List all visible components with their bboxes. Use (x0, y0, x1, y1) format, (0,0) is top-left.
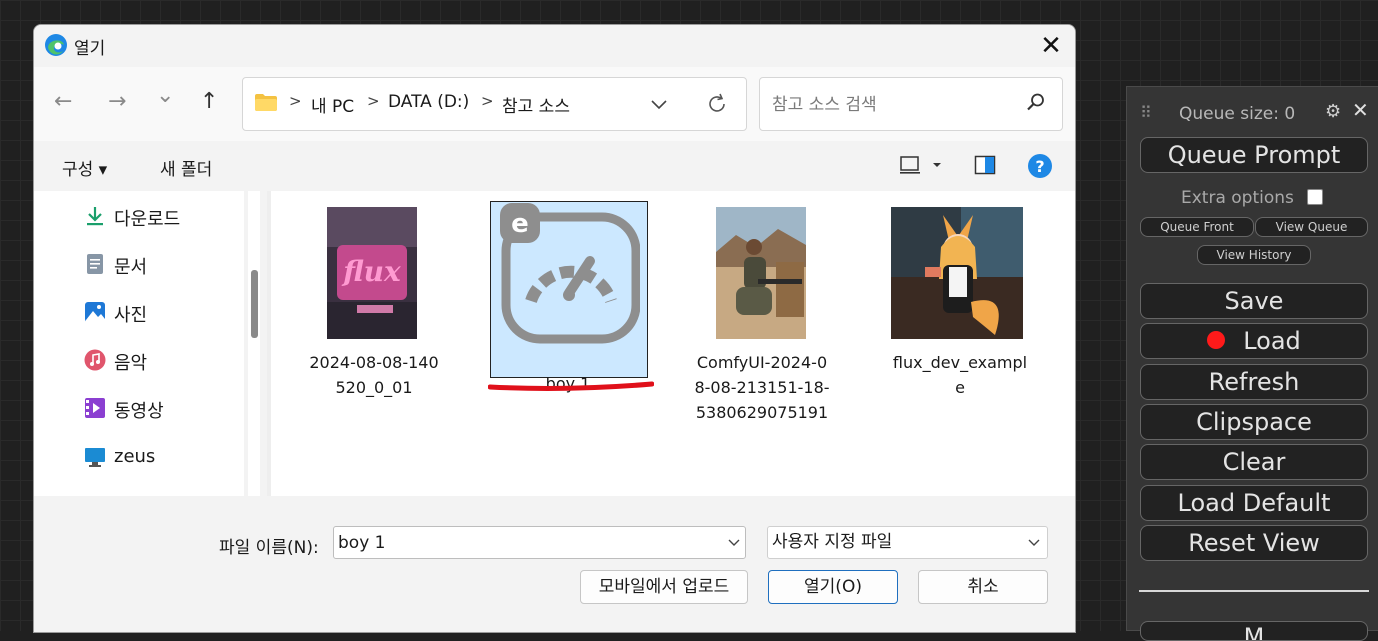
close-icon[interactable]: ✕ (1034, 29, 1068, 63)
back-arrow-icon[interactable]: ← (54, 89, 72, 114)
sidebar-item-label: 음악 (114, 353, 148, 374)
breadcrumb-my-pc[interactable]: 내 PC (311, 92, 354, 117)
record-dot-icon (1207, 331, 1226, 349)
file-name: ComfyUI-2024-0 8-08-213151-18- 538062907… (694, 353, 830, 422)
refresh-button[interactable]: Refresh (1140, 364, 1368, 400)
save-button[interactable]: Save (1140, 283, 1368, 319)
folder-icon (255, 94, 277, 111)
breadcrumb-separator: > (289, 92, 302, 110)
sidebar-item-downloads[interactable]: 다운로드 📌 (84, 197, 287, 237)
sidebar-item-label: 사진 (114, 305, 148, 326)
search-box[interactable] (759, 77, 1063, 131)
navigation-scrollbar[interactable] (248, 191, 260, 496)
download-icon (87, 207, 103, 226)
thumbnail-graffiti-text: flux (341, 255, 401, 288)
sidebar-item-music[interactable]: 음악 📌 (84, 341, 287, 381)
sidebar-item-label: zeus (114, 446, 156, 467)
scrollbar-thumb[interactable] (251, 270, 258, 338)
dialog-title: 열기 (74, 39, 106, 59)
breadcrumb-data-drive[interactable]: DATA (D:) (388, 92, 469, 112)
view-dropdown-icon[interactable] (932, 161, 942, 169)
refresh-icon[interactable] (705, 92, 729, 116)
file-type-dropdown-chevron-icon[interactable] (1028, 537, 1040, 547)
app-icon-thumbnail: e (500, 203, 640, 344)
extra-options-label: Extra options (1181, 188, 1294, 208)
up-arrow-icon[interactable]: ↑ (200, 89, 218, 114)
file-name-label: 파일 이름(N): (219, 538, 319, 558)
sidebar-item-label: 문서 (114, 257, 148, 278)
edge-browser-icon (45, 34, 67, 56)
document-icon (87, 254, 103, 274)
thumbnail-badge-text: e (511, 209, 529, 239)
image-thumbnail (891, 207, 1023, 339)
clipspace-button[interactable]: Clipspace (1140, 404, 1368, 440)
breadcrumb-separator: > (481, 92, 494, 110)
close-icon[interactable]: ✕ (1352, 98, 1369, 122)
view-history-button[interactable]: View History (1197, 245, 1311, 265)
sidebar-item-documents[interactable]: 문서 📌 (84, 245, 287, 285)
music-icon (84, 349, 106, 371)
sidebar-item-label: 동영상 (114, 401, 164, 422)
address-bar[interactable]: > 내 PC > DATA (D:) > 참고 소스 (242, 77, 747, 131)
cancel-button[interactable]: 취소 (918, 570, 1048, 604)
recent-locations-chevron-icon[interactable]: ⌄ (156, 83, 174, 108)
open-button[interactable]: 열기(O) (768, 570, 898, 604)
search-icon[interactable] (1026, 92, 1046, 112)
monitor-icon (85, 448, 105, 467)
file-name: 2024-08-08-140 520_0_01 (309, 353, 439, 397)
sidebar-item-pictures[interactable]: 사진 📌 (84, 293, 287, 333)
image-thumbnail: flux (327, 207, 417, 339)
file-name-input[interactable]: boy 1 (333, 526, 746, 559)
title-bar: 열기 ✕ (34, 25, 1075, 67)
upload-from-mobile-button[interactable]: 모바일에서 업로드 (580, 570, 748, 604)
manager-button[interactable]: M (1140, 621, 1368, 641)
load-button-label: Load (1243, 327, 1301, 355)
extra-options-checkbox[interactable] (1307, 189, 1323, 205)
view-queue-button[interactable]: View Queue (1255, 217, 1368, 237)
queue-front-button[interactable]: Queue Front (1140, 217, 1254, 237)
forward-arrow-icon[interactable]: → (108, 89, 126, 114)
load-button[interactable]: Load (1140, 323, 1368, 359)
address-dropdown-chevron-icon[interactable] (649, 94, 669, 114)
image-thumbnail (716, 207, 806, 339)
search-input[interactable] (770, 92, 1014, 118)
reset-view-button[interactable]: Reset View (1140, 525, 1368, 561)
sidebar-item-label: 다운로드 (114, 209, 181, 230)
file-name: flux_dev_exampl e (892, 353, 1028, 397)
queue-prompt-button[interactable]: Queue Prompt (1140, 137, 1368, 173)
file-name-dropdown-chevron-icon[interactable] (728, 537, 740, 547)
file-item[interactable]: flux_dev_exampl e (880, 207, 1040, 427)
preview-pane-icon[interactable] (974, 155, 996, 175)
sidebar-item-videos[interactable]: 동영상 📌 (84, 389, 287, 429)
help-glyph: ? (1035, 157, 1045, 176)
load-default-button[interactable]: Load Default (1140, 485, 1368, 521)
dialog-footer (34, 496, 1075, 632)
view-mode-icon[interactable] (899, 155, 921, 175)
organize-menu[interactable]: 구성 ▾ (62, 155, 107, 180)
photo-icon (85, 302, 105, 322)
file-item[interactable]: ComfyUI-2024-0 8-08-213151-18- 538062907… (682, 207, 842, 447)
clear-button[interactable]: Clear (1140, 444, 1368, 480)
video-icon (85, 398, 105, 418)
drag-handle-icon[interactable]: ⠿ (1140, 103, 1152, 122)
breadcrumb-reference-source[interactable]: 참고 소스 (502, 92, 570, 117)
file-item-selected[interactable]: e boy 1 (488, 203, 648, 393)
open-file-dialog: 열기 ✕ ← → ⌄ ↑ > 내 PC > DATA (D:) > 참고 소스 … (33, 24, 1076, 633)
sidebar-item-zeus[interactable]: zeus 📌 (84, 438, 287, 478)
file-item[interactable]: flux 2024-08-08-140 520_0_01 (294, 207, 454, 427)
gear-icon[interactable]: ⚙ (1325, 101, 1341, 122)
comfyui-menu-panel: ⠿ Queue size: 0 ⚙ ✕ Queue Prompt Extra o… (1126, 86, 1378, 641)
file-type-select[interactable]: 사용자 지정 파일 (767, 526, 1048, 559)
new-folder-button[interactable]: 새 폴더 (160, 155, 212, 180)
panel-divider (1139, 590, 1369, 592)
red-annotation-underline (488, 381, 654, 391)
queue-size-label: Queue size: 0 (1179, 104, 1296, 124)
breadcrumb-separator: > (367, 92, 380, 110)
